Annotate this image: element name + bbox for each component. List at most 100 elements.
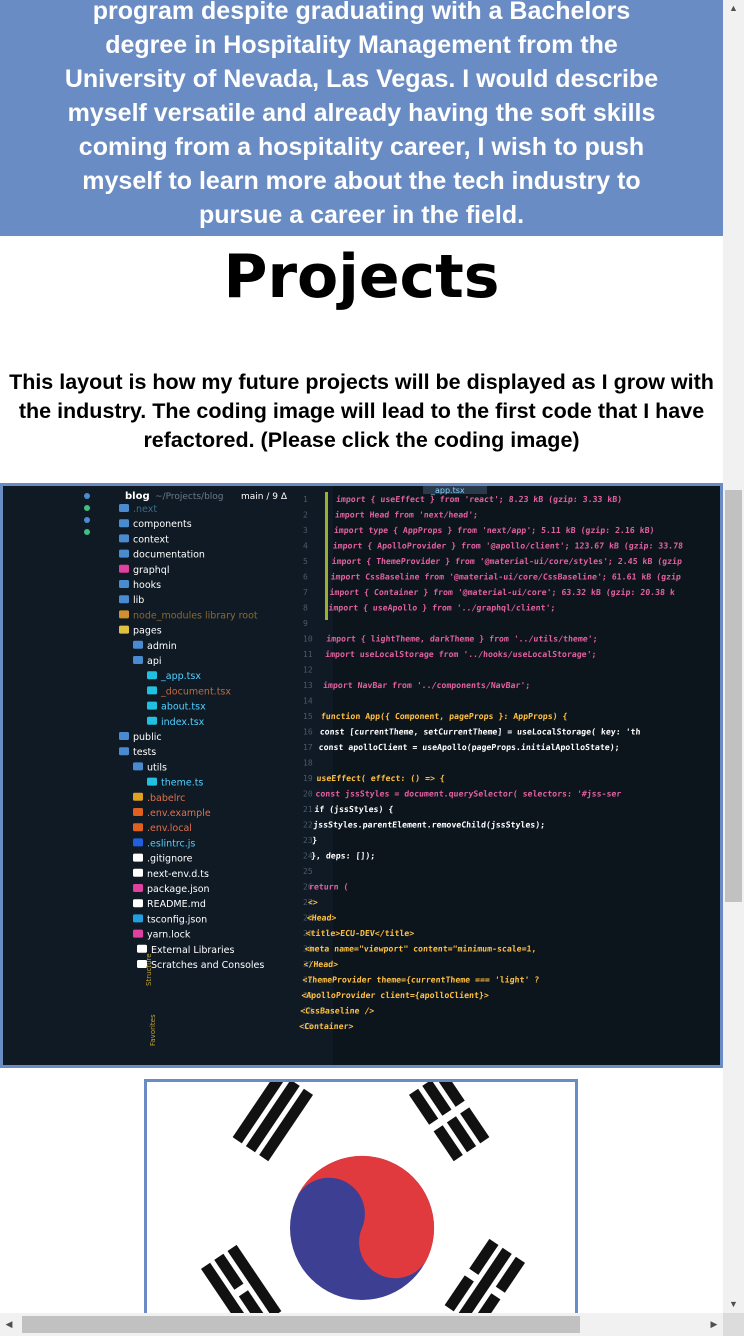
tree-folder-icon [119, 504, 129, 512]
project-tree-item: context [133, 534, 169, 545]
scroll-right-arrow-icon[interactable]: ▶ [705, 1313, 723, 1336]
about-line: program despite graduating with a Bachel… [92, 0, 631, 25]
korea-flag-project-image[interactable] [144, 1079, 578, 1313]
tree-folder-icon [137, 944, 147, 953]
project-tree-item: components [133, 519, 192, 530]
tree-folder-icon [133, 929, 143, 938]
horizontal-scrollbar[interactable]: ◀ ▶ [0, 1313, 723, 1336]
line-number: 3 [303, 526, 308, 535]
code-line: } [312, 835, 318, 845]
page-viewport: program despite graduating with a Bachel… [0, 0, 723, 1313]
project-tree-item: index.tsx [161, 717, 205, 728]
tree-folder-icon [119, 610, 129, 619]
tree-folder-icon [119, 595, 129, 604]
project-tree-item: documentation [133, 550, 205, 561]
project-tree-item: README.md [147, 899, 206, 910]
about-me-section: program despite graduating with a Bachel… [0, 0, 723, 236]
tree-folder-icon [133, 640, 143, 649]
project-tree-item: theme.ts [161, 778, 203, 789]
about-line: University of Nevada, Las Vegas. I would… [64, 65, 659, 93]
code-line: <ApolloProvider client={apolloClient}> [301, 990, 489, 1000]
code-line: </Head> [303, 959, 338, 969]
horizontal-scroll-thumb[interactable] [22, 1316, 580, 1333]
code-line: <CssBaseline /> [300, 1006, 375, 1016]
scroll-up-arrow-icon[interactable]: ▲ [723, 0, 744, 17]
code-line: if (jssStyles) { [314, 804, 394, 814]
tree-folder-icon [119, 625, 129, 634]
about-line: coming from a hospitality career, I wish… [78, 133, 645, 161]
project-tree-item: public [133, 732, 162, 743]
project-tree-item: .next [133, 504, 157, 515]
project-tree-item: next-env.d.ts [147, 869, 209, 880]
code-line: import { useEffect } from 'react'; 8.23 … [336, 494, 623, 504]
project-tree-item: tests [133, 747, 156, 758]
vertical-scrollbar[interactable]: ▲ ▼ [723, 0, 744, 1313]
tree-folder-icon [147, 777, 157, 786]
line-number: 5 [303, 557, 308, 566]
tree-folder-icon [147, 686, 157, 695]
line-number: 18 [303, 759, 313, 768]
tree-folder-icon [119, 732, 129, 740]
code-line: import Head from 'next/head'; [335, 510, 479, 520]
code-line: import type { AppProps } from 'next/app'… [334, 525, 655, 535]
project-tree-item: about.tsx [161, 702, 206, 713]
project-tree-item: .babelrc [147, 793, 185, 804]
code-line: }, deps: []); [311, 851, 376, 861]
project-tree-item: package.json [147, 884, 210, 895]
code-line: <> [308, 897, 319, 907]
tree-folder-icon [133, 792, 143, 801]
toolbar-dot-icon [84, 505, 90, 511]
line-number: 12 [303, 666, 313, 675]
coding-project-image-link[interactable]: _app.tsx blog ~/Projects/blog main / 9 Δ .ne… [0, 483, 723, 1068]
code-line: <title>ECU-DEV</title> [305, 928, 414, 938]
code-line: import { ThemeProvider } from '@material… [331, 556, 682, 566]
toolbar-dot-icon [84, 517, 90, 523]
project-tree-item: .gitignore [147, 854, 193, 865]
code-line: return ( [309, 882, 349, 892]
code-line: import { Container } from '@material-ui/… [329, 587, 675, 597]
scroll-left-arrow-icon[interactable]: ◀ [0, 1313, 18, 1336]
tree-folder-icon [133, 823, 143, 832]
project-tree-item: pages [133, 626, 162, 637]
git-change-marker [325, 492, 328, 620]
about-line: pursue a career in the field. [198, 201, 525, 229]
line-number: 17 [303, 743, 313, 752]
projects-heading: Projects [223, 242, 500, 312]
tree-folder-icon [119, 747, 129, 756]
project-tree-item: External Libraries [151, 945, 235, 956]
line-number: 8 [303, 604, 308, 613]
line-number: 16 [303, 728, 313, 737]
code-line: import NavBar from '../components/NavBar… [323, 680, 531, 690]
project-path: ~/Projects/blog [155, 492, 224, 502]
project-tree-item: lib [133, 595, 144, 606]
favorites-tab-label: Favorites [149, 1014, 157, 1046]
toolbar-dot-icon [84, 493, 90, 499]
code-line: <ThemeProvider theme={currentTheme === '… [302, 975, 540, 985]
project-tree-item: _document.tsx [160, 686, 231, 697]
line-number: 11 [303, 650, 313, 659]
project-tree-item: graphql [133, 565, 169, 576]
about-line: myself versatile and already having the … [67, 99, 656, 127]
code-line: const jssStyles = document.querySelector… [315, 789, 622, 799]
line-number: 9 [303, 619, 308, 628]
line-number: 7 [303, 588, 308, 597]
code-line: import useLocalStorage from '../hooks/us… [325, 649, 597, 659]
tree-folder-icon [147, 701, 157, 710]
vertical-scroll-thumb[interactable] [725, 490, 742, 902]
line-number: 14 [303, 697, 313, 706]
code-line: jssStyles.parentElement.removeChild(jssS… [313, 820, 546, 830]
line-number: 25 [303, 867, 313, 876]
line-number: 1 [303, 495, 308, 504]
project-tree-item: utils [147, 762, 167, 773]
tree-folder-icon [133, 808, 143, 816]
scrollbar-corner [723, 1313, 744, 1336]
line-number: 19 [303, 774, 313, 783]
line-number: 20 [303, 790, 313, 799]
tree-folder-icon [133, 656, 143, 664]
code-line: import { lightTheme, darkTheme } from '.… [326, 634, 598, 644]
code-line: const apolloClient = useApollo(pageProps… [318, 742, 620, 752]
structure-tab-label: Structure [145, 953, 153, 986]
about-line: myself to learn more about the tech indu… [82, 167, 641, 195]
project-tree-item: Scratches and Consoles [151, 960, 264, 971]
scroll-down-arrow-icon[interactable]: ▼ [723, 1296, 744, 1313]
